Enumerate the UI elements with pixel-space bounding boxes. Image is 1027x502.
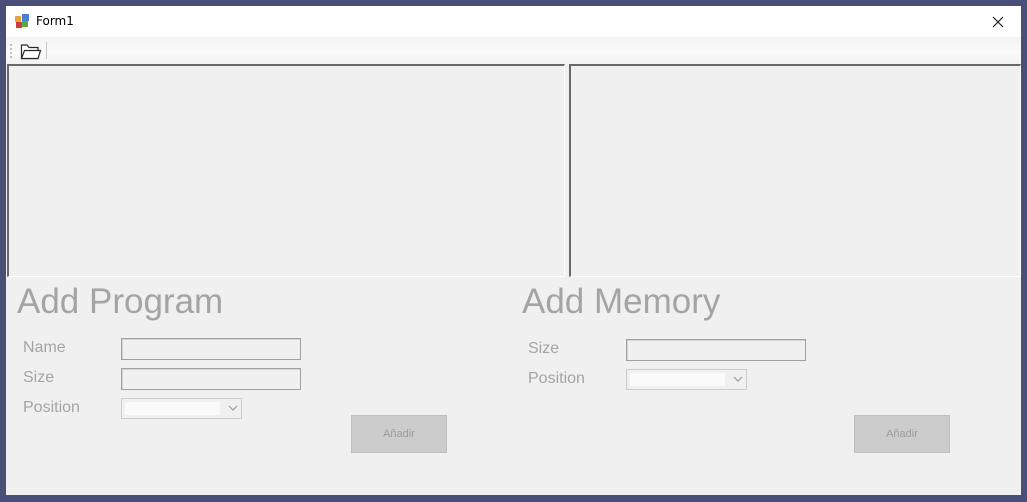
program-position-value — [125, 402, 220, 415]
program-name-input[interactable] — [121, 338, 301, 360]
program-size-input[interactable] — [121, 368, 301, 390]
add-memory-button[interactable]: Añadir — [854, 415, 950, 453]
toolbar-separator — [46, 42, 47, 59]
add-program-button[interactable]: Añadir — [351, 415, 447, 453]
program-size-label: Size — [23, 369, 55, 386]
memory-position-label: Position — [528, 370, 585, 387]
close-button[interactable] — [975, 6, 1021, 37]
program-position-dropdown[interactable] — [121, 398, 242, 419]
memory-size-label: Size — [528, 340, 560, 357]
memory-position-dropdown[interactable] — [626, 369, 747, 390]
toolbar — [6, 37, 1021, 64]
open-folder-button[interactable] — [15, 40, 46, 62]
open-folder-icon — [20, 44, 41, 60]
chevron-down-icon — [733, 376, 743, 382]
toolbar-grip[interactable] — [10, 43, 12, 58]
add-memory-heading: Add Memory — [522, 282, 721, 321]
memory-position-value — [630, 373, 725, 386]
chevron-down-icon — [228, 405, 238, 411]
add-program-heading: Add Program — [17, 282, 224, 321]
program-position-label: Position — [23, 399, 80, 416]
program-name-label: Name — [23, 339, 66, 356]
program-list-panel[interactable] — [7, 64, 565, 277]
memory-size-input[interactable] — [626, 339, 806, 361]
close-icon — [992, 16, 1004, 27]
window-title: Form1 — [36, 14, 74, 28]
form1-window: Form1 Add Program Name Size Position Aña… — [6, 6, 1021, 495]
memory-list-panel[interactable] — [569, 64, 1021, 277]
windows-form-icon — [15, 14, 29, 28]
title-bar: Form1 — [6, 6, 1021, 37]
